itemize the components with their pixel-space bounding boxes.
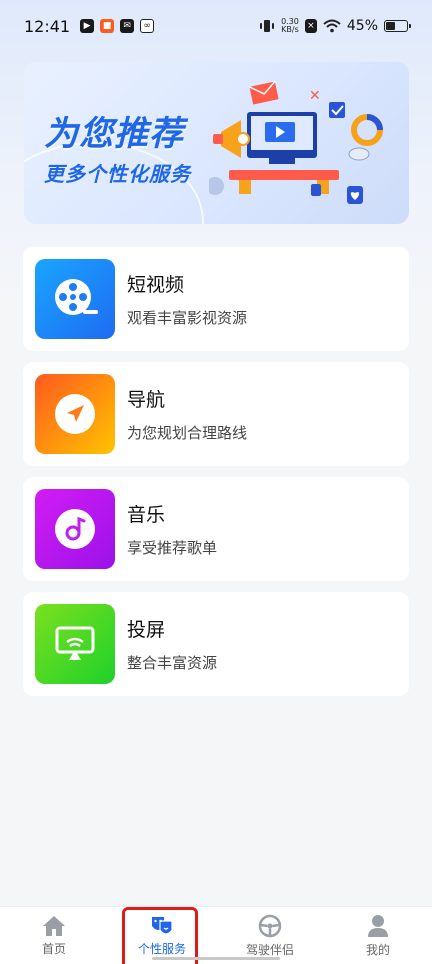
- vibrate-icon: [260, 20, 275, 32]
- status-right: 0.30 KB/s × 45%: [259, 18, 411, 34]
- nav-personal-service[interactable]: 个性服务: [108, 906, 216, 964]
- service-title: 短视频: [127, 274, 185, 296]
- screen-cast-icon: [55, 626, 95, 660]
- sim-x-icon: ×: [304, 19, 317, 33]
- service-text: 投屏 整合丰富资源: [127, 615, 217, 673]
- network-speed-unit: KB/s: [281, 25, 299, 34]
- steering-wheel-icon: [258, 914, 282, 937]
- nav-mine[interactable]: 我的: [324, 907, 432, 964]
- battery-icon: [384, 20, 411, 32]
- nav-label: 首页: [41, 941, 66, 956]
- service-title: 音乐: [127, 504, 166, 526]
- nav-label: 我的: [365, 942, 390, 957]
- network-speed: 0.30 KB/s: [281, 18, 299, 34]
- bottom-nav: 首页 个性服务 驾驶伴侣 我的: [0, 906, 432, 964]
- nav-driving-companion[interactable]: 驾驶伴侣: [216, 907, 324, 964]
- svg-text:✕: ✕: [309, 88, 321, 104]
- service-text: 短视频 观看丰富影视资源: [127, 270, 247, 328]
- navigation-arrow-icon: [55, 394, 95, 434]
- app-notification-icon: ■: [100, 19, 115, 33]
- service-desc: 观看丰富影视资源: [127, 309, 248, 327]
- service-desc: 享受推荐歌单: [127, 539, 218, 557]
- nav-home[interactable]: 首页: [0, 907, 108, 964]
- status-bar: 12:41 ▶ ■ ✉ ∞ 0.30 KB/s × 45%: [0, 0, 432, 52]
- status-left: 12:41 ▶ ■ ✉ ∞: [24, 16, 155, 36]
- short-video-tile: [35, 259, 115, 339]
- battery-fill: [386, 22, 395, 30]
- music-note-icon: [55, 509, 95, 549]
- banner-title: 为您推荐: [44, 114, 184, 154]
- nav-label: 驾驶伴侣: [245, 942, 294, 957]
- service-card-navigation[interactable]: 导航 为您规划合理路线: [23, 362, 409, 466]
- service-text: 导航 为您规划合理路线: [127, 385, 247, 443]
- service-desc: 整合丰富资源: [127, 654, 218, 672]
- navigation-tile: [35, 374, 115, 454]
- person-icon: [368, 914, 388, 937]
- nav-label: 个性服务: [137, 941, 186, 956]
- home-indicator[interactable]: [152, 957, 280, 960]
- film-reel-icon: [55, 279, 98, 315]
- banner-illustration: ✕: [209, 81, 383, 204]
- recommend-banner[interactable]: 为您推荐 更多个性化服务 ✕: [24, 62, 409, 224]
- service-text: 音乐 享受推荐歌单: [127, 500, 217, 558]
- service-card-screen-cast[interactable]: 投屏 整合丰富资源: [23, 592, 409, 696]
- screen-cast-tile: [35, 604, 115, 684]
- service-desc: 为您规划合理路线: [127, 424, 248, 442]
- music-tile: [35, 489, 115, 569]
- video-app-notification-icon: ▶: [80, 19, 95, 33]
- link-notification-icon: ∞: [140, 19, 155, 33]
- message-notification-icon: ✉: [120, 19, 135, 33]
- screen: 12:41 ▶ ■ ✉ ∞ 0.30 KB/s × 45% 为您推荐 更多个性化…: [0, 0, 432, 964]
- service-title: 导航: [127, 389, 166, 411]
- wifi-icon: [323, 19, 341, 33]
- theater-mask-icon: [152, 916, 173, 935]
- service-card-short-video[interactable]: 短视频 观看丰富影视资源: [23, 247, 409, 351]
- status-time: 12:41: [24, 16, 71, 36]
- service-title: 投屏: [127, 619, 166, 641]
- home-icon: [43, 915, 65, 936]
- battery-percent: 45%: [346, 18, 378, 34]
- banner-subtitle: 更多个性化服务: [44, 162, 191, 186]
- service-list: 短视频 观看丰富影视资源 导航 为您规划合理路线 音乐 享受推荐歌单 投屏 整合…: [23, 247, 409, 707]
- service-card-music[interactable]: 音乐 享受推荐歌单: [23, 477, 409, 581]
